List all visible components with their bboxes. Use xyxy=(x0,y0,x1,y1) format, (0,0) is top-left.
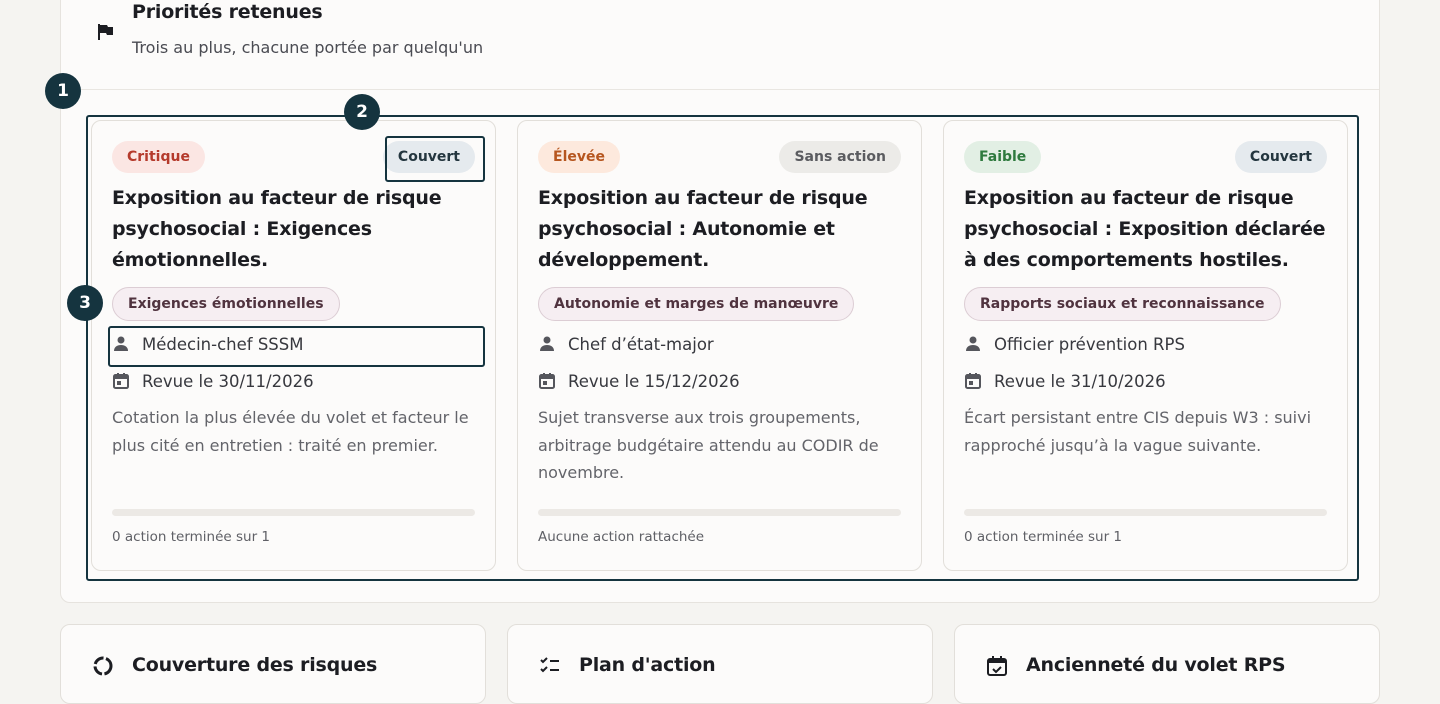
donut-chart-icon xyxy=(93,656,113,676)
coverage-card[interactable]: Couverture des risques xyxy=(60,624,486,704)
annotation-marker-2: 2 xyxy=(344,94,380,130)
flag-icon xyxy=(98,24,113,40)
highlight-status-badge xyxy=(385,136,485,182)
calendar-check-icon xyxy=(987,656,1007,676)
annotation-marker-3: 3 xyxy=(67,285,103,321)
annotation-marker-1: 1 xyxy=(45,73,81,109)
rps-age-card[interactable]: Ancienneté du volet RPS xyxy=(954,624,1380,704)
action-plan-card[interactable]: Plan d'action xyxy=(507,624,933,704)
checklist-icon xyxy=(540,657,559,673)
section-subtitle: Trois au plus, chacune portée par quelqu… xyxy=(132,38,484,57)
rps-age-title: Ancienneté du volet RPS xyxy=(1026,654,1286,676)
coverage-title: Couverture des risques xyxy=(132,654,378,676)
section-divider xyxy=(61,89,1379,90)
section-title: Priorités retenues xyxy=(132,1,323,23)
highlight-owner-row xyxy=(108,326,485,367)
action-plan-title: Plan d'action xyxy=(579,654,716,676)
